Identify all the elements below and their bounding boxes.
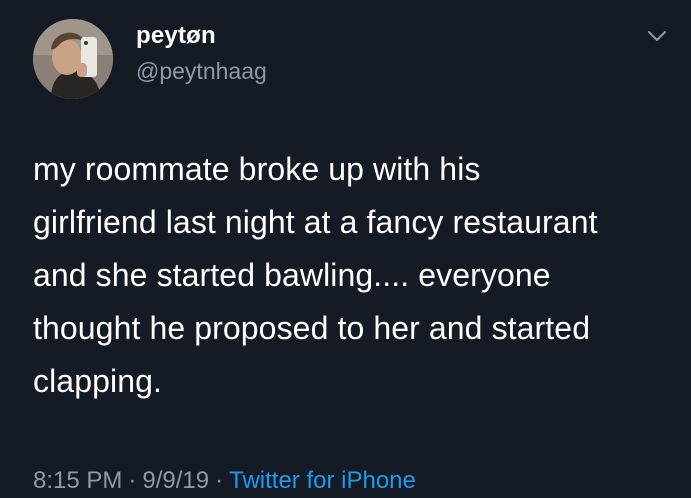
tweet-time[interactable]: 8:15 PM [33, 467, 122, 494]
tweet-text: my roommate broke up with his girlfriend… [33, 143, 663, 408]
tweet-line: clapping. [33, 363, 162, 399]
tweet-line: and she started bawling.... everyone [33, 257, 551, 293]
tweet-line: thought he proposed to her and started [33, 310, 591, 346]
chevron-down-icon[interactable] [646, 28, 668, 44]
tweet-line: my roommate broke up with his [33, 151, 481, 187]
user-handle[interactable]: @peytnhaag [136, 58, 267, 85]
tweet-meta: 8:15 PM · 9/9/19 · Twitter for iPhone [33, 467, 416, 495]
tweet-card: peytøn @peytnhaag my roommate broke up w… [0, 0, 691, 498]
tweet-date[interactable]: 9/9/19 [142, 467, 209, 494]
meta-separator: · [128, 467, 137, 494]
avatar-image [33, 19, 113, 99]
display-name[interactable]: peytøn [136, 22, 216, 50]
tweet-source-link[interactable]: Twitter for iPhone [229, 467, 416, 494]
avatar[interactable] [33, 19, 113, 99]
meta-separator: · [215, 467, 224, 494]
tweet-line: girlfriend last night at a fancy restaur… [33, 204, 598, 240]
